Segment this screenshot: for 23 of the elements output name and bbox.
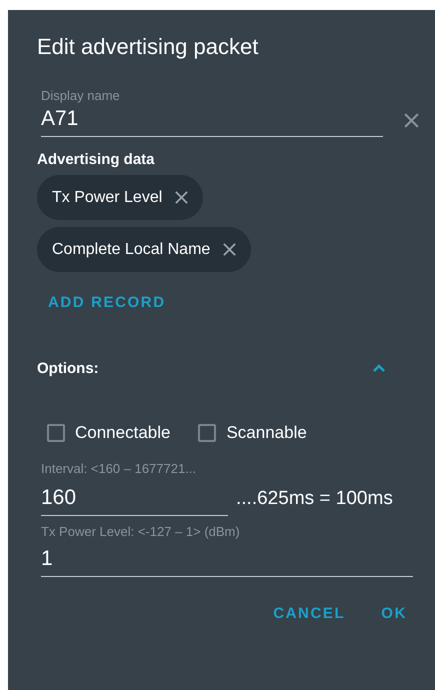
chip-label: Tx Power Level	[52, 188, 162, 206]
dialog-title: Edit advertising packet	[37, 34, 260, 60]
chevron-up-icon[interactable]	[372, 364, 386, 373]
clear-button[interactable]	[403, 112, 420, 128]
checkbox-label: Scannable	[198, 423, 307, 443]
record-chip[interactable]: Tx Power Level	[37, 175, 204, 220]
close-icon	[403, 112, 420, 128]
field-label: Tx Power Level: <-127 – 1> (dBm)	[41, 524, 241, 539]
field-label: Interval: <160 – 1677721...	[41, 461, 198, 476]
close-icon	[174, 190, 190, 205]
record-chip[interactable]: Complete Local Name	[37, 227, 252, 272]
interval-field[interactable]: 160	[41, 482, 228, 516]
interval-suffix: ....625ms = 100ms	[236, 488, 393, 510]
display-name-field[interactable]: A71	[41, 103, 383, 137]
field-label: Display name	[41, 88, 121, 103]
checkbox-label: Connectable	[47, 423, 170, 443]
chip-label: Complete Local Name	[52, 240, 210, 258]
checkbox[interactable]	[47, 424, 65, 442]
tx-power-field[interactable]: 1	[41, 543, 413, 577]
section-heading: Options:	[37, 360, 99, 377]
checkbox[interactable]	[198, 424, 216, 442]
close-icon	[222, 242, 238, 257]
section-heading: Advertising data	[37, 151, 156, 168]
